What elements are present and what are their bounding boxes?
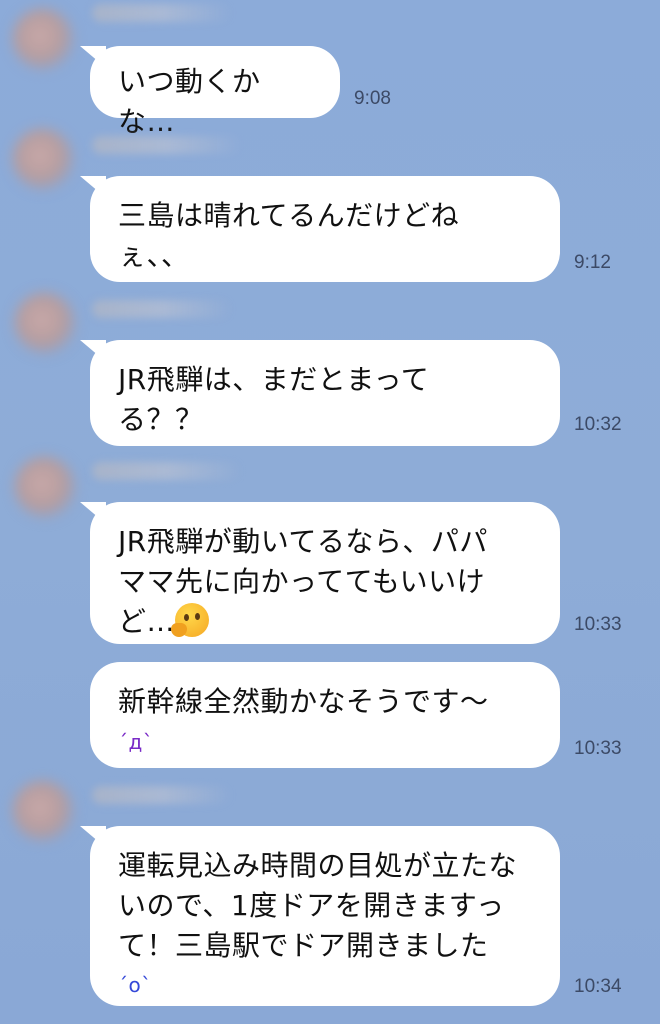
avatar[interactable] bbox=[14, 456, 76, 518]
bubble-tail bbox=[80, 826, 106, 848]
message-text-line: て！三島駅でドア開きました bbox=[118, 929, 489, 962]
message-bubble[interactable]: JR飛騨が動いてるなら、パパ ママ先に向かっててもいいけ ど… bbox=[80, 502, 560, 644]
message-bubble[interactable]: JR飛騨は、まだとまって る？？ bbox=[80, 340, 560, 446]
message-text: いつ動くかな… bbox=[118, 65, 261, 138]
message-text-line: ぇ、、 bbox=[118, 239, 190, 272]
message-text-line: る？？ bbox=[118, 403, 204, 436]
chat-area[interactable]: いつ動くかな… 9:08 三島は晴れてるんだけどね ぇ、、 9:12 JR飛騨は… bbox=[0, 0, 660, 1024]
message-timestamp: 10:34 bbox=[574, 976, 622, 997]
message-text-line: JR飛騨は、まだとまって bbox=[118, 363, 430, 396]
sender-name-blurred bbox=[92, 136, 242, 154]
message-bubble[interactable]: 運転見込み時間の目処が立たな いので、1度ドアを開きますっ て！三島駅でドア開き… bbox=[80, 826, 560, 1006]
bubble-tail bbox=[80, 176, 106, 198]
sender-name-blurred bbox=[92, 786, 232, 804]
message-text-line: ´д` bbox=[118, 722, 534, 758]
thinking-face-icon bbox=[171, 603, 210, 637]
message-bubble[interactable]: 新幹線全然動かなそうです〜 ´д` bbox=[90, 662, 560, 768]
message-text-line: ママ先に向かっててもいいけ bbox=[118, 565, 486, 598]
kaomoji-sad-icon: ´д` bbox=[118, 730, 154, 754]
message-timestamp: 10:32 bbox=[574, 414, 622, 435]
message-text-line: 運転見込み時間の目処が立たな bbox=[118, 849, 518, 882]
kaomoji-surprised-icon: ´o` bbox=[118, 973, 152, 997]
sender-name-blurred bbox=[92, 4, 232, 22]
message-text-line: ´o` bbox=[118, 966, 534, 1000]
message-text-line-with-emoji: ど… bbox=[118, 602, 534, 642]
message-text-line: 三島は晴れてるんだけどね bbox=[118, 199, 460, 232]
avatar[interactable] bbox=[12, 780, 74, 842]
sender-name-blurred bbox=[92, 300, 232, 318]
message-timestamp: 9:08 bbox=[354, 88, 391, 109]
message-timestamp: 10:33 bbox=[574, 614, 622, 635]
bubble-tail bbox=[80, 502, 106, 524]
message-timestamp: 10:33 bbox=[574, 738, 622, 759]
message-text: ど… bbox=[118, 605, 176, 638]
avatar[interactable] bbox=[14, 292, 76, 354]
message-text-line: いので、1度ドアを開きますっ bbox=[118, 889, 505, 922]
bubble-tail bbox=[80, 340, 106, 362]
message-text-line: JR飛騨が動いてるなら、パパ bbox=[118, 525, 488, 558]
bubble-tail bbox=[80, 46, 106, 68]
avatar[interactable] bbox=[12, 8, 74, 70]
message-bubble[interactable]: 三島は晴れてるんだけどね ぇ、、 bbox=[80, 176, 560, 282]
message-timestamp: 9:12 bbox=[574, 252, 611, 273]
sender-name-blurred bbox=[92, 462, 242, 480]
message-bubble[interactable]: いつ動くかな… bbox=[80, 46, 340, 138]
message-text-line: 新幹線全然動かなそうです〜 bbox=[118, 685, 489, 718]
avatar[interactable] bbox=[12, 128, 74, 190]
